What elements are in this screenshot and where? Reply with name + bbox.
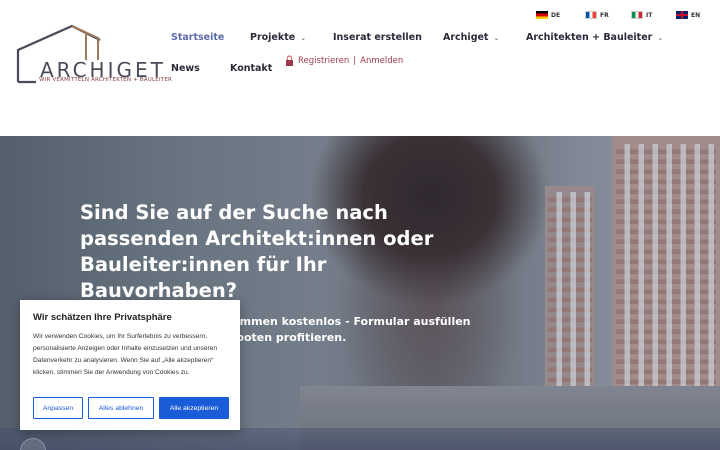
nav-projekte[interactable]: Projekte ⌄ (250, 32, 306, 43)
lang-de-label: DE (551, 11, 561, 19)
lang-fr[interactable]: FR (585, 11, 609, 19)
nav-archiget[interactable]: Archiget ⌄ (443, 32, 499, 43)
flag-it-icon (631, 11, 643, 19)
chevron-down-icon: ⌄ (300, 34, 307, 42)
flag-fr-icon (585, 11, 597, 19)
nav-kontakt[interactable]: Kontakt (230, 63, 272, 74)
hero-title: Sind Sie auf der Suche nach passenden Ar… (80, 201, 434, 302)
register-link[interactable]: Registrieren (298, 56, 349, 66)
flag-en-icon (676, 11, 688, 19)
cookie-title: Wir schätzen Ihre Privatsphäre (33, 312, 172, 323)
cookie-customize-button[interactable]: Anpassen (33, 397, 83, 419)
lock-icon (286, 55, 293, 66)
site-header: ARCHIGET WIR VERMITTELN ARCHITEKTEN + BA… (0, 0, 720, 136)
chevron-down-icon: ⌄ (493, 34, 500, 42)
lang-en-label: EN (691, 11, 701, 19)
nav-news[interactable]: News (171, 63, 200, 74)
nav-projekte-label: Projekte (250, 32, 296, 43)
lang-fr-label: FR (600, 11, 609, 19)
archiget-logo[interactable]: ARCHIGET WIR VERMITTELN ARCHITEKTEN + BA… (14, 22, 172, 88)
cookie-buttons: Anpassen Alles ablehnen Alle akzeptieren (33, 397, 229, 419)
login-link[interactable]: Anmelden (360, 56, 403, 66)
nav-inserat-erstellen[interactable]: Inserat erstellen (333, 32, 422, 43)
chevron-down-icon: ⌄ (657, 34, 664, 42)
nav-archiget-label: Archiget (443, 32, 489, 43)
nav-startseite[interactable]: Startseite (171, 32, 224, 43)
flag-de-icon (536, 11, 548, 19)
cookie-text: Wir verwenden Cookies, um Ihr Surferlebn… (33, 333, 218, 376)
lang-it[interactable]: IT (631, 11, 652, 19)
lang-en[interactable]: EN (676, 11, 700, 19)
auth-links: Registrieren | Anmelden (285, 55, 403, 66)
nav-architekten-bauleiter[interactable]: Architekten + Bauleiter ⌄ (526, 32, 663, 43)
auth-separator: | (353, 55, 357, 66)
nav-architekten-label: Architekten + Bauleiter (526, 32, 653, 43)
cookie-consent-dialog: Wir schätzen Ihre Privatsphäre Wir verwe… (20, 300, 240, 430)
cookie-reject-button[interactable]: Alles ablehnen (88, 397, 154, 419)
lang-it-label: IT (646, 11, 653, 19)
lang-de[interactable]: DE (536, 11, 560, 19)
cookie-accept-button[interactable]: Alle akzeptieren (159, 397, 229, 419)
logo-tagline: WIR VERMITTELN ARCHITEKTEN + BAULEITER (39, 77, 173, 83)
